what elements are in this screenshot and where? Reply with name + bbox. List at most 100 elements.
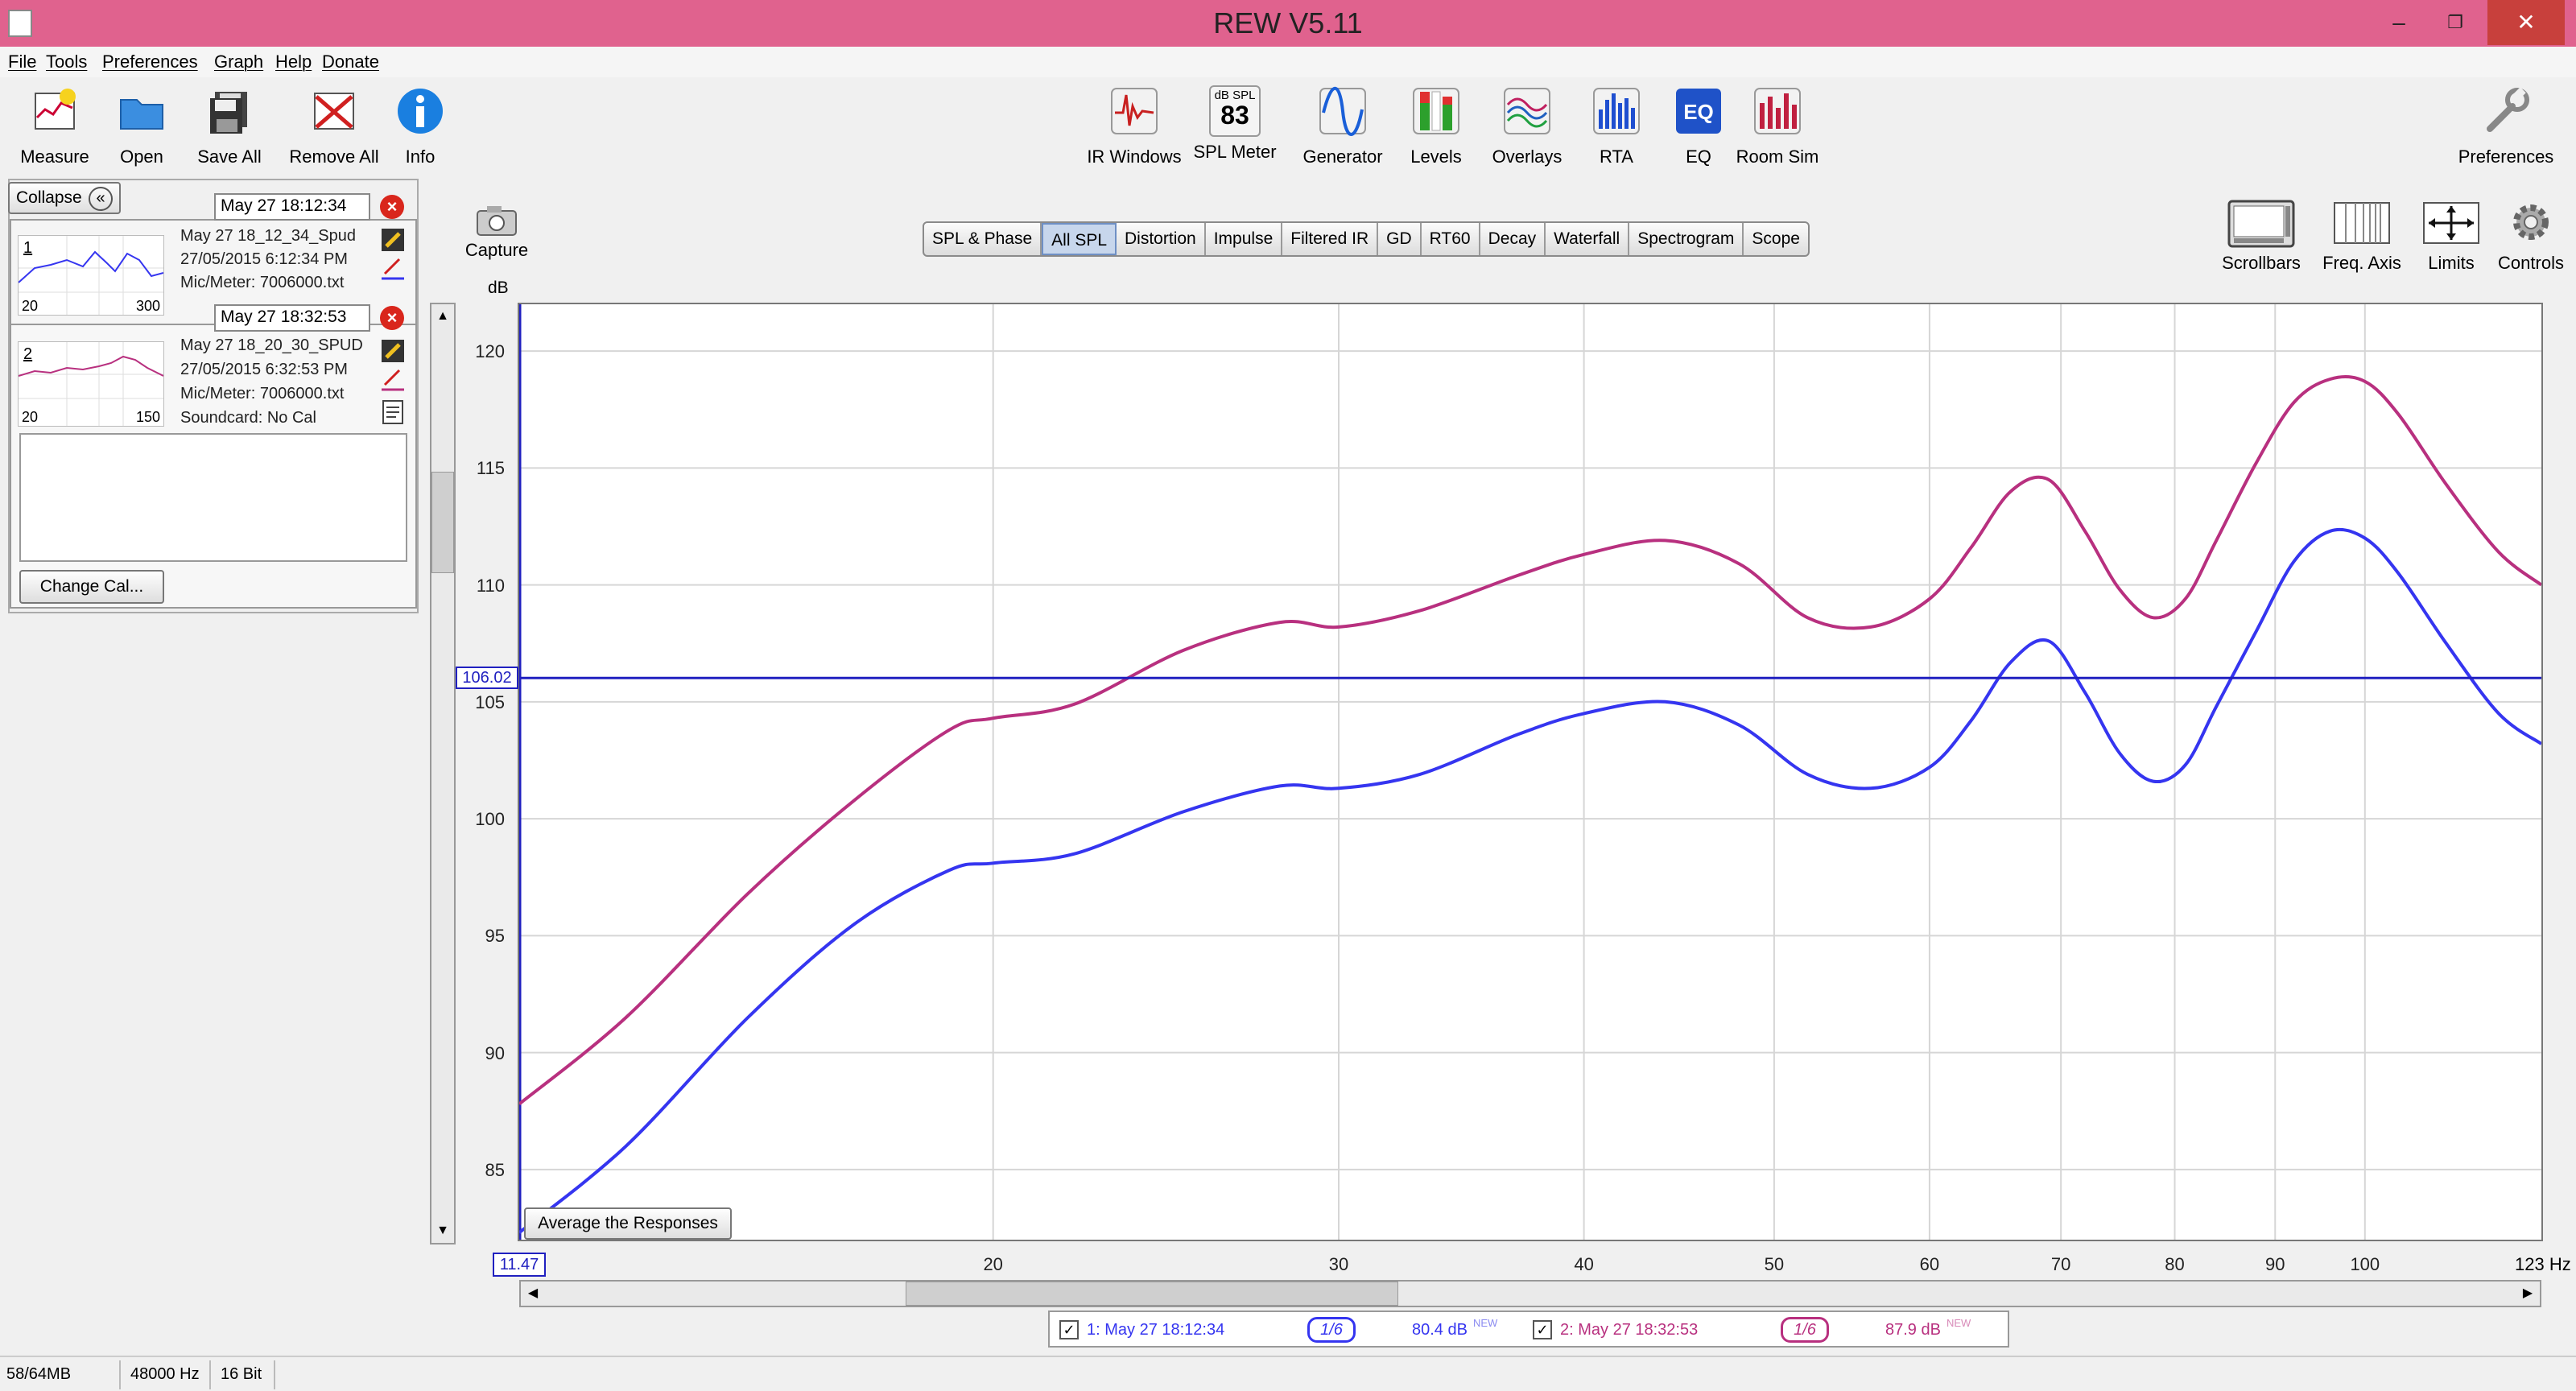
menu-donate[interactable]: Donate xyxy=(322,52,379,72)
tab-all-spl[interactable]: All SPL xyxy=(1042,223,1117,255)
measurement-1-thumbnail[interactable]: 1 20 300 xyxy=(18,235,164,316)
preferences-button[interactable]: Preferences xyxy=(2447,85,2565,167)
open-button[interactable]: Open xyxy=(105,85,179,167)
rta-button[interactable]: RTA xyxy=(1578,85,1655,167)
change-cal-button[interactable]: Change Cal... xyxy=(19,570,164,604)
measurement-2-edit-icon[interactable] xyxy=(380,338,406,364)
legend-2-checkbox[interactable]: ✓ xyxy=(1533,1320,1552,1339)
tab-spl-phase[interactable]: SPL & Phase xyxy=(924,223,1042,255)
measurement-2-thumb-max: 150 xyxy=(135,409,160,425)
x-tick-label: 80 xyxy=(2165,1254,2185,1274)
legend-1-checkbox[interactable]: ✓ xyxy=(1059,1320,1079,1339)
horizontal-scroll-thumb[interactable] xyxy=(906,1282,1398,1306)
measurement-1-datetime: 27/05/2015 6:12:34 PM xyxy=(180,250,348,268)
window-title: REW V5.11 xyxy=(1213,6,1363,39)
info-button[interactable]: Info xyxy=(390,85,451,167)
controls-button[interactable]: Controls xyxy=(2491,198,2571,274)
tab-decay[interactable]: Decay xyxy=(1480,223,1546,255)
generator-button[interactable]: Generator xyxy=(1296,85,1389,167)
average-responses-button[interactable]: Average the Responses xyxy=(524,1207,732,1240)
overlays-icon xyxy=(1504,88,1550,134)
rta-label: RTA xyxy=(1600,147,1633,167)
measurement-1-color-icon[interactable] xyxy=(380,254,406,280)
collapse-label: Collapse xyxy=(16,188,82,207)
x-tick-label: 60 xyxy=(1919,1254,1940,1274)
x-tick-label: 90 xyxy=(2265,1254,2285,1274)
measurement-1-thumb-max: 300 xyxy=(135,298,160,314)
overlays-label: Overlays xyxy=(1492,147,1563,167)
tab-filtered-ir[interactable]: Filtered IR xyxy=(1282,223,1379,255)
room-sim-label: Room Sim xyxy=(1736,147,1819,167)
save-all-button[interactable]: Save All xyxy=(187,85,272,167)
ir-windows-label: IR Windows xyxy=(1087,147,1182,167)
measurement-2-date-field[interactable]: May 27 18:32:53 xyxy=(214,304,370,332)
spl-chart-svg xyxy=(519,304,2541,1240)
legend-1-smoothing[interactable]: 1/6 xyxy=(1307,1317,1356,1343)
menu-tools[interactable]: Tools xyxy=(46,52,87,72)
collapse-button[interactable]: Collapse « xyxy=(8,182,121,214)
floppy-icon xyxy=(210,92,247,134)
menu-file[interactable]: File xyxy=(8,52,36,72)
menu-graph[interactable]: Graph xyxy=(214,52,263,72)
spl-meter-button[interactable]: dB SPL 83 SPL Meter xyxy=(1193,85,1277,163)
measure-button[interactable]: Measure xyxy=(11,85,98,167)
vertical-scroll-thumb[interactable] xyxy=(431,472,454,573)
measurement-2-datetime: 27/05/2015 6:32:53 PM xyxy=(180,361,348,378)
y-tick-label: 105 xyxy=(475,691,505,712)
spl-plot-area[interactable]: Average the Responses xyxy=(518,303,2543,1241)
room-sim-button[interactable]: Room Sim xyxy=(1736,85,1819,167)
scroll-down-arrow-icon[interactable]: ▼ xyxy=(431,1219,454,1243)
sample-rate-status: 48000 Hz xyxy=(130,1365,200,1383)
close-button[interactable]: ✕ xyxy=(2487,0,2565,45)
remove-all-button[interactable]: Remove All xyxy=(283,85,385,167)
legend-1-new-tag: NEW xyxy=(1473,1317,1498,1329)
legend-2-smoothing[interactable]: 1/6 xyxy=(1781,1317,1829,1343)
scrollbars-label: Scrollbars xyxy=(2222,253,2301,273)
scroll-left-arrow-icon[interactable]: ◀ xyxy=(521,1282,545,1306)
info-label: Info xyxy=(405,147,436,167)
remove-measurement-1-icon[interactable]: × xyxy=(380,195,404,219)
maximize-button[interactable]: ❐ xyxy=(2423,0,2487,45)
measurement-2-index: 2 xyxy=(23,345,33,363)
horizontal-scrollbar[interactable]: ◀ ▶ xyxy=(519,1280,2541,1307)
measurement-notes-area[interactable] xyxy=(19,433,407,562)
limits-icon xyxy=(2423,202,2479,244)
y-cursor-readout: 106.02 xyxy=(456,667,518,690)
tab-scope[interactable]: Scope xyxy=(1744,223,1808,255)
scrollbars-button[interactable]: Scrollbars xyxy=(2217,198,2306,274)
bit-depth-status: 16 Bit xyxy=(221,1365,262,1383)
capture-button[interactable]: Capture xyxy=(459,201,535,261)
vertical-scrollbar[interactable]: ▲ ▼ xyxy=(430,303,456,1244)
overlays-button[interactable]: Overlays xyxy=(1484,85,1570,167)
menu-preferences[interactable]: Preferences xyxy=(102,52,198,72)
eq-button[interactable]: EQ EQ xyxy=(1662,85,1736,167)
room-sim-icon xyxy=(1754,88,1801,134)
tab-rt60[interactable]: RT60 xyxy=(1422,223,1480,255)
measurement-2-thumb-min: 20 xyxy=(22,409,39,425)
menu-help[interactable]: Help xyxy=(275,52,312,72)
scroll-right-arrow-icon[interactable]: ▶ xyxy=(2516,1282,2540,1306)
legend-2-new-tag: NEW xyxy=(1946,1317,1971,1329)
measurement-2-color-icon[interactable] xyxy=(380,365,406,391)
tab-waterfall[interactable]: Waterfall xyxy=(1546,223,1630,255)
remove-measurement-2-icon[interactable]: × xyxy=(380,306,404,330)
tab-impulse[interactable]: Impulse xyxy=(1206,223,1283,255)
scroll-up-arrow-icon[interactable]: ▲ xyxy=(431,304,454,328)
legend-bar: ✓ 1: May 27 18:12:34 1/6 80.4 dB NEW ✓ 2… xyxy=(1048,1311,2009,1348)
freq-axis-button[interactable]: Freq. Axis xyxy=(2312,198,2412,274)
levels-button[interactable]: Levels xyxy=(1397,85,1475,167)
ir-windows-button[interactable]: IR Windows xyxy=(1079,85,1190,167)
measurement-2-notes-icon[interactable] xyxy=(380,399,406,425)
limits-button[interactable]: Limits xyxy=(2415,198,2487,274)
levels-icon xyxy=(1413,88,1459,134)
tab-spectrogram[interactable]: Spectrogram xyxy=(1629,223,1744,255)
x-axis-end-label: 123 Hz xyxy=(2515,1254,2571,1274)
minimize-button[interactable]: – xyxy=(2367,0,2431,45)
measurement-2-thumbnail[interactable]: 2 20 150 xyxy=(18,341,164,427)
tab-gd[interactable]: GD xyxy=(1378,223,1422,255)
status-divider xyxy=(274,1360,275,1389)
measurement-1-date-field[interactable]: May 27 18:12:34 xyxy=(214,193,370,221)
tab-distortion[interactable]: Distortion xyxy=(1117,223,1206,255)
memory-status: 58/64MB xyxy=(6,1365,72,1383)
measurement-1-edit-icon[interactable] xyxy=(380,227,406,253)
